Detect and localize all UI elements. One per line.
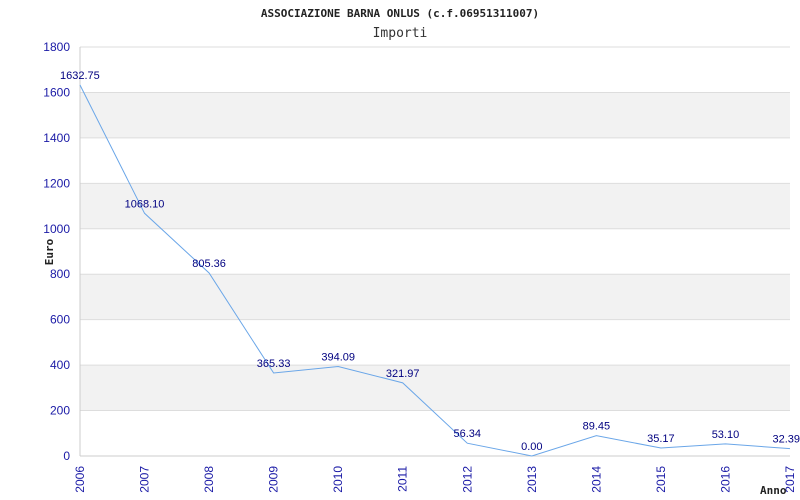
data-label: 1632.75 xyxy=(60,70,100,82)
data-label: 805.36 xyxy=(192,258,226,270)
x-tick-label: 2009 xyxy=(267,466,281,493)
data-label: 56.34 xyxy=(454,428,482,440)
data-label: 1068.10 xyxy=(125,198,165,210)
chart-title: ASSOCIAZIONE BARNA ONLUS (c.f.0695131100… xyxy=(261,7,539,20)
x-tick-label: 2016 xyxy=(718,466,732,493)
data-label: 394.09 xyxy=(321,351,355,363)
x-tick-label: 2007 xyxy=(138,466,152,493)
data-label: 321.97 xyxy=(386,368,420,380)
y-tick-label: 1000 xyxy=(43,222,70,236)
x-tick-label: 2006 xyxy=(73,466,87,493)
x-tick-labels: 2006 2007 2008 2009 2010 2011 2012 2013 2014 2015… xyxy=(73,466,797,493)
grid-band xyxy=(80,183,790,229)
data-label: 53.10 xyxy=(712,429,740,441)
y-axis-label: Euro xyxy=(43,238,56,265)
grid-band xyxy=(80,92,790,138)
y-tick-label: 400 xyxy=(50,358,70,372)
y-tick-label: 0 xyxy=(63,449,70,463)
y-tick-label: 1200 xyxy=(43,176,70,190)
y-tick-label: 600 xyxy=(50,313,70,327)
chart-subtitle: Importi xyxy=(373,26,428,41)
x-tick-label: 2015 xyxy=(654,466,668,493)
x-axis-label: Anno xyxy=(760,484,787,497)
y-tick-label: 1800 xyxy=(43,40,70,54)
data-label: 365.33 xyxy=(257,358,291,370)
x-tick-label: 2013 xyxy=(525,466,539,493)
data-label: 32.39 xyxy=(772,434,800,446)
data-label: 35.17 xyxy=(647,433,675,445)
x-tick-label: 2011 xyxy=(396,466,410,492)
y-tick-label: 1600 xyxy=(43,85,70,99)
data-label: 0.00 xyxy=(521,441,542,453)
data-label: 89.45 xyxy=(583,421,611,433)
x-tick-label: 2008 xyxy=(202,466,216,493)
x-tick-label: 2014 xyxy=(589,466,603,493)
y-tick-label: 1400 xyxy=(43,131,70,145)
line-chart: 020040060080010001200140016001800 2006 20… xyxy=(43,7,800,497)
x-tick-label: 2012 xyxy=(460,466,474,493)
grid-band xyxy=(80,365,790,411)
grid-band xyxy=(80,274,790,320)
y-tick-label: 200 xyxy=(50,404,70,418)
x-tick-label: 2010 xyxy=(331,466,345,493)
y-tick-label: 800 xyxy=(50,267,70,281)
